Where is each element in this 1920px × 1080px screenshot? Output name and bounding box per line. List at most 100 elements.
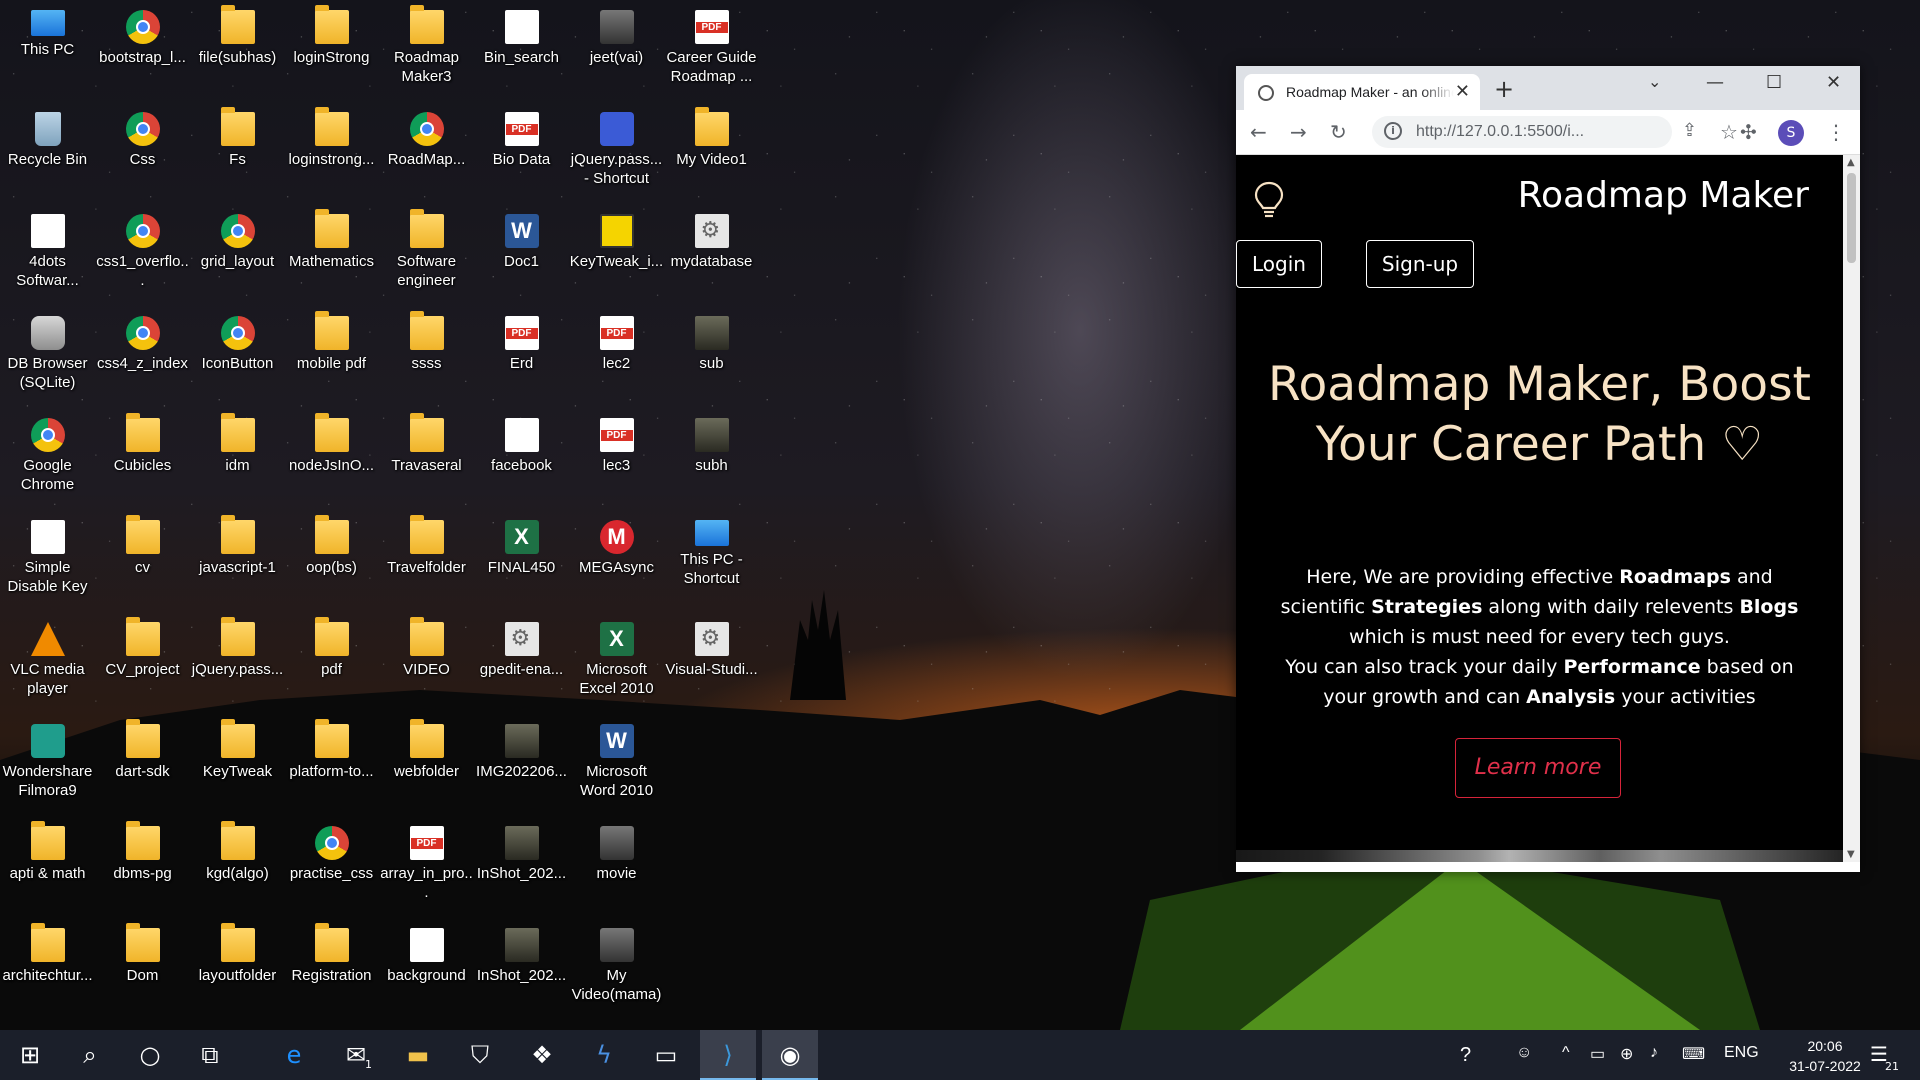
windows-start-icon[interactable]: ⊞ (2, 1030, 58, 1080)
desktop-icon[interactable]: platform-to... (284, 716, 379, 816)
search-icon[interactable]: ⌕ (62, 1030, 118, 1080)
desktop-icon[interactable]: subh (664, 410, 759, 510)
menu-kebab-icon[interactable]: ⋮ (1826, 120, 1846, 144)
desktop-icon[interactable]: architechtur... (0, 920, 95, 1020)
page-scrollbar[interactable]: ▲ ▼ (1843, 155, 1860, 862)
dropbox-icon[interactable]: ❖ (514, 1030, 570, 1080)
battery-icon[interactable]: ▭ (1590, 1044, 1605, 1064)
desktop-icon[interactable]: Visual-Studi... (664, 614, 759, 714)
desktop-icon[interactable]: VIDEO (379, 614, 474, 714)
desktop-icon[interactable]: Dom (95, 920, 190, 1020)
desktop-icon[interactable]: loginstrong... (284, 104, 379, 204)
flutter-icon[interactable]: ϟ (576, 1030, 632, 1080)
desktop-icon[interactable]: jQuery.pass... (190, 614, 285, 714)
site-info-icon[interactable]: i (1384, 122, 1402, 140)
desktop-icon[interactable]: VLC media player (0, 614, 95, 714)
browser-tab[interactable]: Roadmap Maker - an online c ✕ (1244, 74, 1480, 110)
system-clock[interactable]: 20:06 31-07-2022 (1785, 1036, 1865, 1076)
desktop-icon[interactable]: loginStrong (284, 2, 379, 102)
desktop-icon[interactable]: dart-sdk (95, 716, 190, 816)
learn-more-button[interactable]: Learn more (1455, 738, 1621, 798)
desktop-icon[interactable]: M MEGAsync (569, 512, 664, 612)
desktop-icon[interactable]: Software engineer (379, 206, 474, 306)
desktop-icon[interactable]: W Doc1 (474, 206, 569, 306)
signup-button[interactable]: Sign-up (1366, 240, 1474, 288)
desktop-icon[interactable]: RoadMap... (379, 104, 474, 204)
desktop-icon[interactable]: pdf (284, 614, 379, 714)
desktop-icon[interactable]: InShot_202... (474, 818, 569, 918)
desktop-icon[interactable]: dbms-pg (95, 818, 190, 918)
desktop-icon[interactable]: lec3 (569, 410, 664, 510)
desktop-icon[interactable]: KeyTweak_i... (569, 206, 664, 306)
mail-icon[interactable]: ✉ (328, 1030, 384, 1080)
desktop-icon[interactable]: cv (95, 512, 190, 612)
task-view-icon[interactable]: ⧉ (182, 1030, 238, 1080)
desktop-icon[interactable]: Registration (284, 920, 379, 1020)
desktop-icon[interactable]: IconButton (190, 308, 285, 408)
desktop-icon[interactable]: KeyTweak (190, 716, 285, 816)
desktop-icon[interactable]: Travelfolder (379, 512, 474, 612)
show-hidden-icons-chevron[interactable]: ^ (1562, 1044, 1570, 1062)
desktop-icon[interactable]: Bio Data (474, 104, 569, 204)
tab-search-icon[interactable]: ⌄ (1648, 72, 1661, 91)
desktop-icon[interactable]: bootstrap_l... (95, 2, 190, 102)
desktop-icon[interactable]: ssss (379, 308, 474, 408)
network-drive-icon[interactable]: ▭ (638, 1030, 694, 1080)
desktop-icon[interactable]: grid_layout (190, 206, 285, 306)
desktop-icon[interactable]: jQuery.pass... - Shortcut (569, 104, 664, 204)
desktop-icon[interactable]: My Video1 (664, 104, 759, 204)
desktop-icon[interactable]: DB Browser (SQLite) (0, 308, 95, 408)
desktop-icon[interactable]: kgd(algo) (190, 818, 285, 918)
address-bar[interactable]: i http://127.0.0.1:5500/i... (1372, 116, 1672, 148)
desktop-icon[interactable]: lec2 (569, 308, 664, 408)
help-icon[interactable]: ? (1460, 1044, 1471, 1067)
desktop-icon[interactable]: Fs (190, 104, 285, 204)
cortana-icon[interactable]: ○ (122, 1030, 178, 1080)
desktop-icon[interactable]: layoutfolder (190, 920, 285, 1020)
desktop-icon[interactable]: InShot_202... (474, 920, 569, 1020)
desktop-icon[interactable]: W Microsoft Word 2010 (569, 716, 664, 816)
desktop-icon[interactable]: webfolder (379, 716, 474, 816)
desktop-icon[interactable]: nodeJsInO... (284, 410, 379, 510)
desktop-icon[interactable]: 4dots Softwar... (0, 206, 95, 306)
vscode-icon[interactable]: ⟩ (700, 1030, 756, 1080)
volume-icon[interactable]: ♪ (1650, 1044, 1658, 1062)
close-window-button[interactable]: ✕ (1826, 72, 1841, 93)
desktop-icon[interactable]: file(subhas) (190, 2, 285, 102)
desktop-icon[interactable]: facebook (474, 410, 569, 510)
keyboard-icon[interactable]: ⌨ (1682, 1044, 1705, 1064)
desktop-icon[interactable]: IMG202206... (474, 716, 569, 816)
desktop-icon[interactable]: Bin_search (474, 2, 569, 102)
desktop-icon[interactable]: Css (95, 104, 190, 204)
extensions-icon[interactable]: ✣ (1740, 120, 1757, 144)
language-indicator[interactable]: ENG (1724, 1044, 1759, 1062)
new-tab-button[interactable]: + (1494, 75, 1514, 103)
desktop-icon[interactable]: Travaseral (379, 410, 474, 510)
chrome-taskbar-icon[interactable]: ◉ (762, 1030, 818, 1080)
desktop-icon[interactable]: X FINAL450 (474, 512, 569, 612)
desktop-icon[interactable]: javascript-1 (190, 512, 285, 612)
forward-arrow-icon[interactable]: → (1290, 120, 1307, 144)
close-tab-icon[interactable]: ✕ (1455, 81, 1470, 102)
desktop-icon[interactable]: Erd (474, 308, 569, 408)
profile-avatar[interactable]: S (1778, 120, 1804, 146)
desktop-icon[interactable]: Roadmap Maker3 (379, 2, 474, 102)
desktop-icon[interactable]: My Video(mama) (569, 920, 664, 1020)
desktop-icon[interactable]: Google Chrome (0, 410, 95, 510)
desktop-icon[interactable]: CV_project (95, 614, 190, 714)
desktop-icon[interactable]: Simple Disable Key (0, 512, 95, 612)
desktop-icon[interactable]: movie (569, 818, 664, 918)
people-icon[interactable]: ☺ (1516, 1044, 1532, 1062)
desktop-icon[interactable]: css4_z_index (95, 308, 190, 408)
desktop-icon[interactable]: X Microsoft Excel 2010 (569, 614, 664, 714)
desktop-icon[interactable]: mydatabase (664, 206, 759, 306)
edge-icon[interactable]: e (266, 1030, 322, 1080)
desktop-icon[interactable]: mobile pdf (284, 308, 379, 408)
reload-icon[interactable]: ↻ (1330, 120, 1347, 144)
desktop-icon[interactable]: apti & math (0, 818, 95, 918)
back-arrow-icon[interactable]: ← (1250, 120, 1267, 144)
desktop-icon[interactable]: sub (664, 308, 759, 408)
login-button[interactable]: Login (1236, 240, 1322, 288)
desktop-icon[interactable]: background (379, 920, 474, 1020)
desktop-icon[interactable]: Recycle Bin (0, 104, 95, 204)
